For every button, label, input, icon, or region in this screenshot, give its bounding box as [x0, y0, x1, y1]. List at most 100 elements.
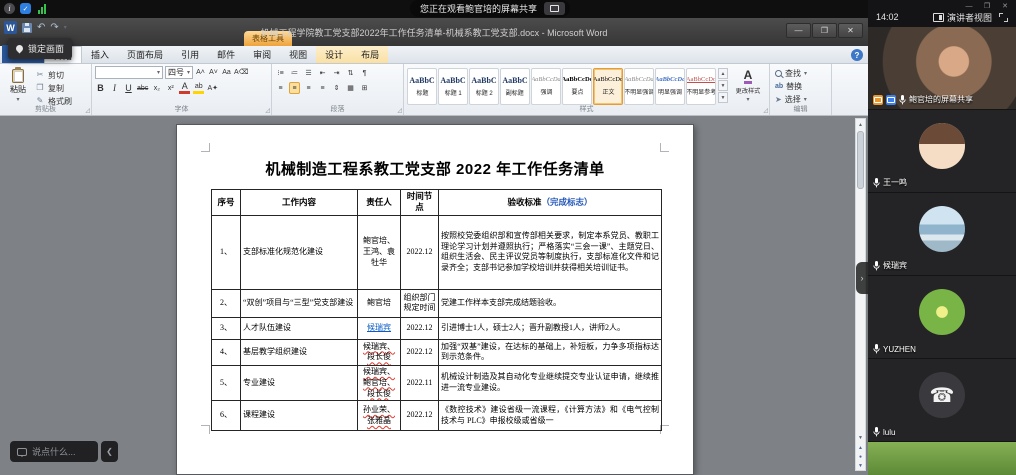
- align-left-icon[interactable]: ≡: [275, 82, 286, 94]
- style-card-正文[interactable]: AaBbCcDd正文: [593, 68, 623, 105]
- style-card-强调[interactable]: AaBbCcDd强调: [531, 68, 561, 105]
- find-button[interactable]: 查找▾: [775, 68, 829, 78]
- justify-icon[interactable]: ≡: [317, 82, 328, 94]
- font-name-combo[interactable]: ▾: [95, 66, 163, 79]
- change-styles-button[interactable]: A 更改样式 ▾: [730, 66, 766, 105]
- participant-tile-YUZHEN[interactable]: YUZHEN: [868, 276, 1016, 358]
- paragraph-dialog-launcher[interactable]: ◿: [397, 108, 402, 114]
- next-page-icon[interactable]: ▼: [856, 461, 865, 470]
- bold-icon[interactable]: B: [95, 82, 106, 94]
- maximize-button[interactable]: ❐: [979, 1, 995, 11]
- gallery-up-icon[interactable]: ▲: [718, 68, 728, 79]
- word-restore-button[interactable]: ❐: [812, 23, 837, 38]
- screen-share-banner-text: 您正在观看鲍官培的屏幕共享: [420, 2, 537, 15]
- encryption-shield-icon[interactable]: ✓: [20, 3, 31, 14]
- replace-button[interactable]: ab替换: [775, 81, 829, 91]
- word-minimize-button[interactable]: —: [786, 23, 811, 38]
- scroll-up-icon[interactable]: ▲: [856, 120, 865, 129]
- style-card-标题 2[interactable]: AaBbC标题 2: [469, 68, 499, 105]
- clear-formatting-icon[interactable]: A⌫: [234, 67, 249, 79]
- bullets-icon[interactable]: ⁝≡: [275, 67, 286, 79]
- tab-视图[interactable]: 视图: [280, 46, 316, 63]
- participant-tile-鲍官培的屏幕共享[interactable]: 鲍官培的屏幕共享: [868, 27, 1016, 109]
- chat-collapse-button[interactable]: ❮: [101, 441, 118, 462]
- style-card-不明显参考[interactable]: AaBbCcDo不明显参考: [686, 68, 716, 105]
- gallery-more-icon[interactable]: ▼: [718, 92, 728, 103]
- shading-icon[interactable]: ▦: [345, 82, 356, 94]
- underline-icon[interactable]: U: [123, 82, 134, 94]
- clipboard-dialog-launcher[interactable]: ◿: [85, 108, 90, 114]
- sort-icon[interactable]: ⇅: [345, 67, 356, 79]
- previous-page-icon[interactable]: ▲: [856, 443, 865, 452]
- show-marks-icon[interactable]: ¶: [359, 67, 370, 79]
- redo-icon[interactable]: ↷: [50, 23, 58, 33]
- qat-dropdown-icon[interactable]: ▾: [64, 24, 67, 31]
- scroll-down-icon[interactable]: ▼: [856, 433, 865, 442]
- tab-设计[interactable]: 设计: [316, 46, 352, 63]
- participant-tile[interactable]: [868, 442, 1016, 475]
- strikethrough-icon[interactable]: abc: [137, 82, 148, 94]
- undo-icon[interactable]: ↶: [37, 23, 45, 33]
- font-color-icon[interactable]: A: [179, 83, 190, 94]
- tab-插入[interactable]: 插入: [82, 46, 118, 63]
- vertical-scrollbar[interactable]: ▲ ▼ ▲ ● ▼: [855, 118, 866, 471]
- font-size-combo[interactable]: 四号▾: [165, 66, 193, 79]
- close-button[interactable]: ✕: [997, 1, 1013, 11]
- sidebar-collapse-handle[interactable]: ›: [856, 262, 868, 294]
- save-icon[interactable]: [22, 23, 32, 33]
- shrink-font-icon[interactable]: A˅: [208, 67, 219, 79]
- grow-font-icon[interactable]: A˄: [195, 67, 206, 79]
- multilevel-list-icon[interactable]: ☰: [303, 67, 314, 79]
- lock-view-button[interactable]: 锁定画面: [8, 38, 72, 59]
- italic-icon[interactable]: I: [109, 82, 120, 94]
- style-card-标题[interactable]: AaBbC标题: [407, 68, 437, 105]
- help-icon[interactable]: ?: [851, 49, 863, 61]
- highlight-icon[interactable]: ab: [193, 83, 204, 94]
- decrease-indent-icon[interactable]: ⇤: [317, 67, 328, 79]
- scrollbar-thumb[interactable]: [857, 131, 864, 189]
- change-case-icon[interactable]: Aa: [221, 67, 232, 79]
- tab-邮件[interactable]: 邮件: [208, 46, 244, 63]
- tab-审阅[interactable]: 审阅: [244, 46, 280, 63]
- style-card-要点[interactable]: AaBbCcDc要点: [562, 68, 592, 105]
- cell-no: 1、: [212, 215, 241, 289]
- participant-tile-lulu[interactable]: ☎lulu: [868, 359, 1016, 441]
- banner-action-button[interactable]: [544, 2, 565, 15]
- borders-icon[interactable]: ⊞: [359, 82, 370, 94]
- word-close-button[interactable]: ✕: [838, 23, 863, 38]
- select-button[interactable]: ➤选择▾: [775, 94, 829, 104]
- chat-input[interactable]: 说点什么...: [10, 441, 98, 462]
- numbering-icon[interactable]: ≔: [289, 67, 300, 79]
- minimize-button[interactable]: —: [961, 1, 977, 11]
- paste-button[interactable]: 粘贴 ▾: [3, 66, 33, 105]
- style-card-标题 1[interactable]: AaBbC标题 1: [438, 68, 468, 105]
- margin-mark: [660, 143, 669, 152]
- view-mode-button[interactable]: 演讲者视图: [933, 11, 992, 24]
- line-spacing-icon[interactable]: ⇕: [331, 82, 342, 94]
- meeting-info-icon[interactable]: i: [4, 3, 15, 14]
- copy-button[interactable]: ❐复制: [35, 83, 72, 93]
- change-styles-label: 更改样式: [736, 85, 761, 95]
- tab-页面布局[interactable]: 页面布局: [118, 46, 172, 63]
- align-right-icon[interactable]: ≡: [303, 82, 314, 94]
- style-card-副标题[interactable]: AaBbC副标题: [500, 68, 530, 105]
- style-card-不明显强调[interactable]: AaBbCcDd不明显强调: [624, 68, 654, 105]
- subscript-icon[interactable]: x₂: [151, 82, 162, 94]
- font-dialog-launcher[interactable]: ◿: [265, 108, 270, 114]
- text-effects-icon[interactable]: A✦: [207, 82, 218, 94]
- styles-dialog-launcher[interactable]: ◿: [763, 108, 768, 114]
- increase-indent-icon[interactable]: ⇥: [331, 67, 342, 79]
- cut-button[interactable]: ✂剪切: [35, 70, 72, 80]
- tab-布局[interactable]: 布局: [352, 46, 388, 63]
- tab-引用[interactable]: 引用: [172, 46, 208, 63]
- browse-object-icon[interactable]: ●: [856, 452, 865, 461]
- document-page[interactable]: 机械制造工程系教工党支部 2022 年工作任务清单 序号工作内容责任人时间节点验…: [176, 124, 694, 475]
- superscript-icon[interactable]: x²: [165, 82, 176, 94]
- word-logo-icon[interactable]: W: [4, 21, 17, 34]
- gallery-down-icon[interactable]: ▼: [718, 80, 728, 91]
- align-center-icon[interactable]: ≡: [289, 82, 300, 94]
- fullscreen-icon[interactable]: [999, 13, 1008, 22]
- participant-tile-王一鸣[interactable]: 王一鸣: [868, 110, 1016, 192]
- participant-tile-候瑞宾[interactable]: 候瑞宾: [868, 193, 1016, 275]
- style-card-明显强调[interactable]: AaBbCcDc明显强调: [655, 68, 685, 105]
